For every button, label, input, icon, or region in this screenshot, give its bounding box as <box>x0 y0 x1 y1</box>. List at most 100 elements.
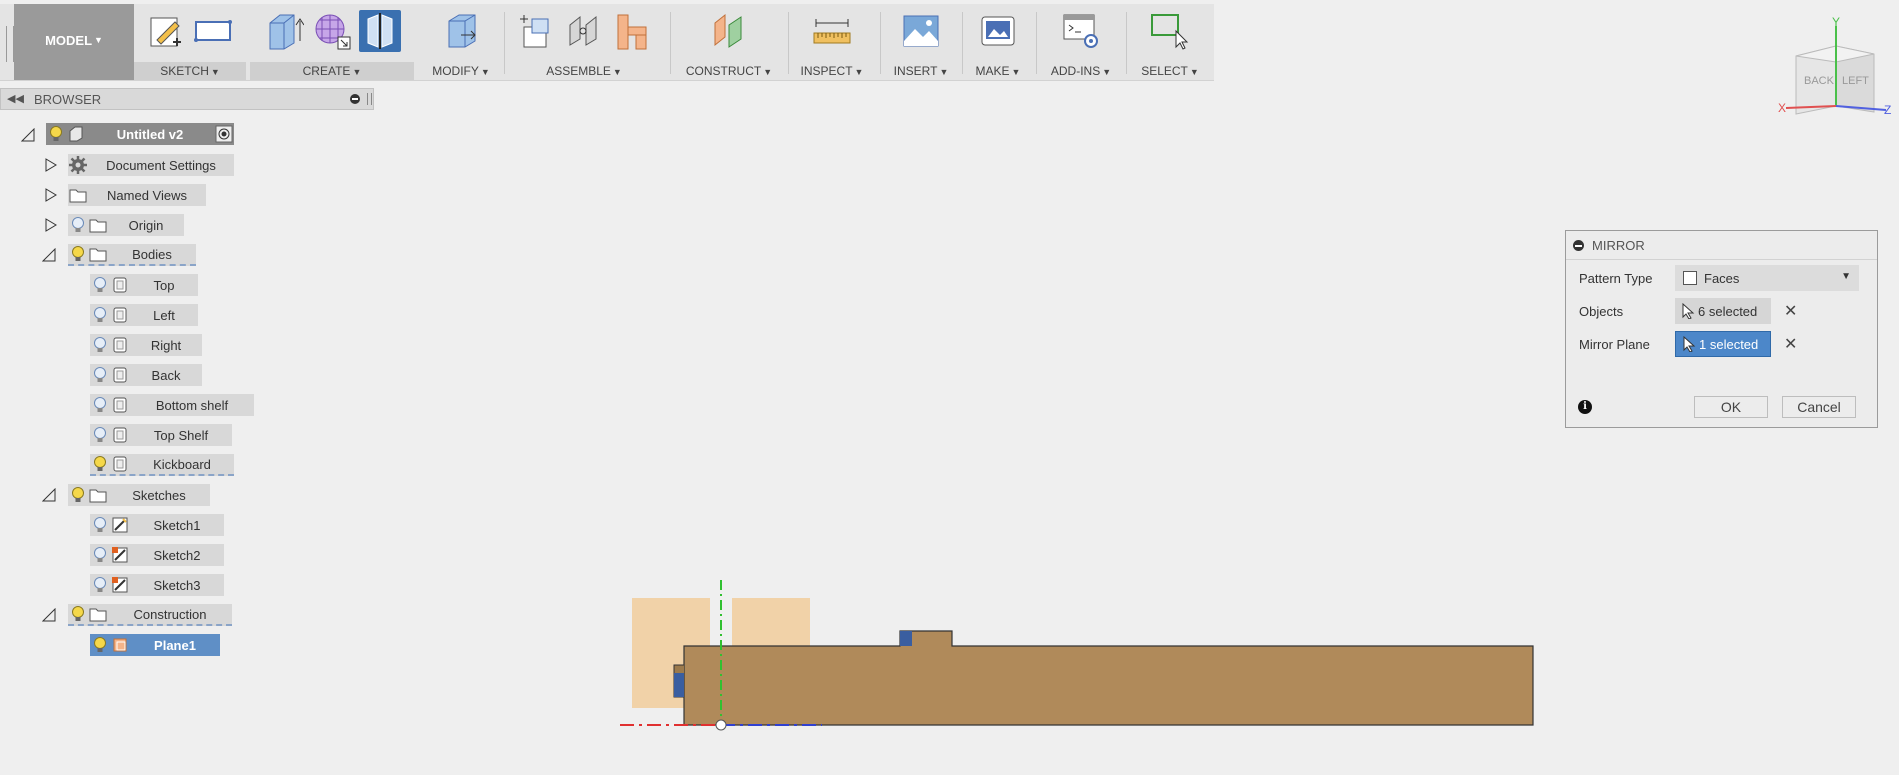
ok-button[interactable]: OK <box>1694 396 1768 418</box>
clear-mirror-plane-icon[interactable]: ✕ <box>1784 334 1797 354</box>
addins-menu[interactable]: ADD-INS ▼ <box>1040 62 1122 80</box>
expand-icon[interactable] <box>44 158 58 172</box>
minimize-browser-icon[interactable] <box>350 94 360 104</box>
tree-sketch-item[interactable]: Sketch2 <box>90 544 224 566</box>
named-views-label: Named Views <box>107 187 187 203</box>
minimize-dialog-icon[interactable] <box>1573 240 1584 251</box>
tree-body-item[interactable]: Left <box>90 304 198 326</box>
objects-value: 6 selected <box>1698 303 1758 319</box>
workspace-switcher[interactable]: MODEL ▼ <box>14 4 134 80</box>
3d-print-icon[interactable] <box>977 10 1019 52</box>
model-viewport[interactable] <box>600 575 1550 735</box>
lightbulb-on-icon[interactable] <box>68 604 88 624</box>
tree-construction[interactable]: Construction <box>68 604 232 626</box>
objects-selection[interactable]: 6 selected <box>1675 298 1771 324</box>
tree-sketch-item[interactable]: Sketch1 <box>90 514 224 536</box>
body-icon <box>110 425 130 445</box>
body-icon <box>110 275 130 295</box>
folder-icon <box>68 185 88 205</box>
view-cube[interactable]: BACK LEFT Y X Z <box>1776 14 1896 124</box>
top-highlight-face <box>900 631 912 646</box>
lightbulb-off-icon[interactable] <box>90 515 110 535</box>
folder-icon <box>88 604 108 624</box>
mirror-plane-selection[interactable]: 1 selected <box>1675 331 1771 357</box>
press-pull-icon[interactable] <box>440 10 482 52</box>
collapse-root-icon[interactable] <box>21 128 35 142</box>
activate-radio-icon[interactable] <box>214 124 234 144</box>
collapse-icon[interactable] <box>42 488 56 502</box>
select-icon[interactable] <box>1149 10 1191 52</box>
tree-body-item[interactable]: Right <box>90 334 202 356</box>
lightbulb-on-icon[interactable] <box>46 124 66 144</box>
lightbulb-off-icon[interactable] <box>90 395 110 415</box>
lightbulb-off-icon[interactable] <box>68 215 88 235</box>
collapse-icon[interactable] <box>42 608 56 622</box>
wood-board <box>683 630 1534 726</box>
tree-root[interactable]: Untitled v2 <box>46 123 234 145</box>
tree-body-item[interactable]: Kickboard <box>90 454 234 476</box>
tree-body-item[interactable]: Bottom shelf <box>90 394 254 416</box>
rectangle-icon[interactable] <box>193 10 235 52</box>
cancel-button[interactable]: Cancel <box>1782 396 1856 418</box>
tree-origin[interactable]: Origin <box>68 214 184 236</box>
lightbulb-on-icon[interactable] <box>90 635 110 655</box>
insert-group: INSERT ▼ <box>884 4 958 80</box>
new-component-icon[interactable] <box>515 10 557 52</box>
offset-plane-icon[interactable] <box>708 10 750 52</box>
tree-body-item[interactable]: Top <box>90 274 198 296</box>
document-settings-label: Document Settings <box>106 157 216 173</box>
collapse-browser-icon[interactable]: ◀◀ <box>7 92 24 105</box>
tree-plane-item[interactable]: Plane1 <box>90 634 220 656</box>
toolbar-separator <box>788 12 789 74</box>
mirror-plane-value: 1 selected <box>1699 336 1759 352</box>
tree-document-settings[interactable]: Document Settings <box>68 154 234 176</box>
make-menu[interactable]: MAKE ▼ <box>964 62 1032 80</box>
scripts-icon[interactable] <box>1060 10 1102 52</box>
toolbar-grip[interactable] <box>6 26 14 62</box>
browser-pin-icon[interactable] <box>367 93 372 105</box>
lightbulb-off-icon[interactable] <box>90 425 110 445</box>
tree-named-views[interactable]: Named Views <box>68 184 206 206</box>
tree-body-item[interactable]: Back <box>90 364 202 386</box>
create-menu[interactable]: CREATE ▼ <box>250 62 414 80</box>
tree-bodies[interactable]: Bodies <box>68 244 196 266</box>
lightbulb-off-icon[interactable] <box>90 305 110 325</box>
create-sketch-icon[interactable] <box>145 10 187 52</box>
select-menu[interactable]: SELECT ▼ <box>1130 62 1210 80</box>
axis-y-label: Y <box>1832 15 1840 29</box>
lightbulb-off-icon[interactable] <box>90 545 110 565</box>
form-icon[interactable] <box>311 10 353 52</box>
info-icon[interactable]: i <box>1578 400 1592 414</box>
lightbulb-on-icon[interactable] <box>68 485 88 505</box>
tree-sketches[interactable]: Sketches <box>68 484 210 506</box>
modify-menu[interactable]: MODIFY ▼ <box>420 62 502 80</box>
construct-menu[interactable]: CONSTRUCT ▼ <box>674 62 784 80</box>
browser-title: BROWSER <box>34 92 102 107</box>
collapse-icon[interactable] <box>42 248 56 262</box>
expand-icon[interactable] <box>44 188 58 202</box>
inspect-menu[interactable]: INSPECT ▼ <box>792 62 872 80</box>
pattern-type-dropdown[interactable]: Faces ▼ <box>1675 265 1859 291</box>
body-icon <box>110 454 130 474</box>
extrude-icon[interactable] <box>263 10 305 52</box>
lightbulb-off-icon[interactable] <box>90 335 110 355</box>
tree-sketch-item[interactable]: Sketch3 <box>90 574 224 596</box>
measure-icon[interactable] <box>811 10 853 52</box>
lightbulb-off-icon[interactable] <box>90 275 110 295</box>
insert-image-icon[interactable] <box>900 10 942 52</box>
as-built-joint-icon[interactable] <box>611 10 653 52</box>
lightbulb-on-icon[interactable] <box>90 454 110 474</box>
assemble-menu[interactable]: ASSEMBLE ▼ <box>508 62 660 80</box>
sketch-menu[interactable]: SKETCH ▼ <box>134 62 246 80</box>
lightbulb-off-icon[interactable] <box>90 575 110 595</box>
tree-body-item[interactable]: Top Shelf <box>90 424 232 446</box>
insert-menu[interactable]: INSERT ▼ <box>884 62 958 80</box>
lightbulb-off-icon[interactable] <box>90 365 110 385</box>
mirror-icon[interactable] <box>359 10 401 52</box>
mirror-dialog-header[interactable]: MIRROR <box>1566 231 1877 260</box>
modify-label: MODIFY <box>432 64 479 78</box>
clear-objects-icon[interactable]: ✕ <box>1784 301 1797 321</box>
joint-icon[interactable] <box>563 10 605 52</box>
lightbulb-on-icon[interactable] <box>68 244 88 264</box>
expand-icon[interactable] <box>44 218 58 232</box>
